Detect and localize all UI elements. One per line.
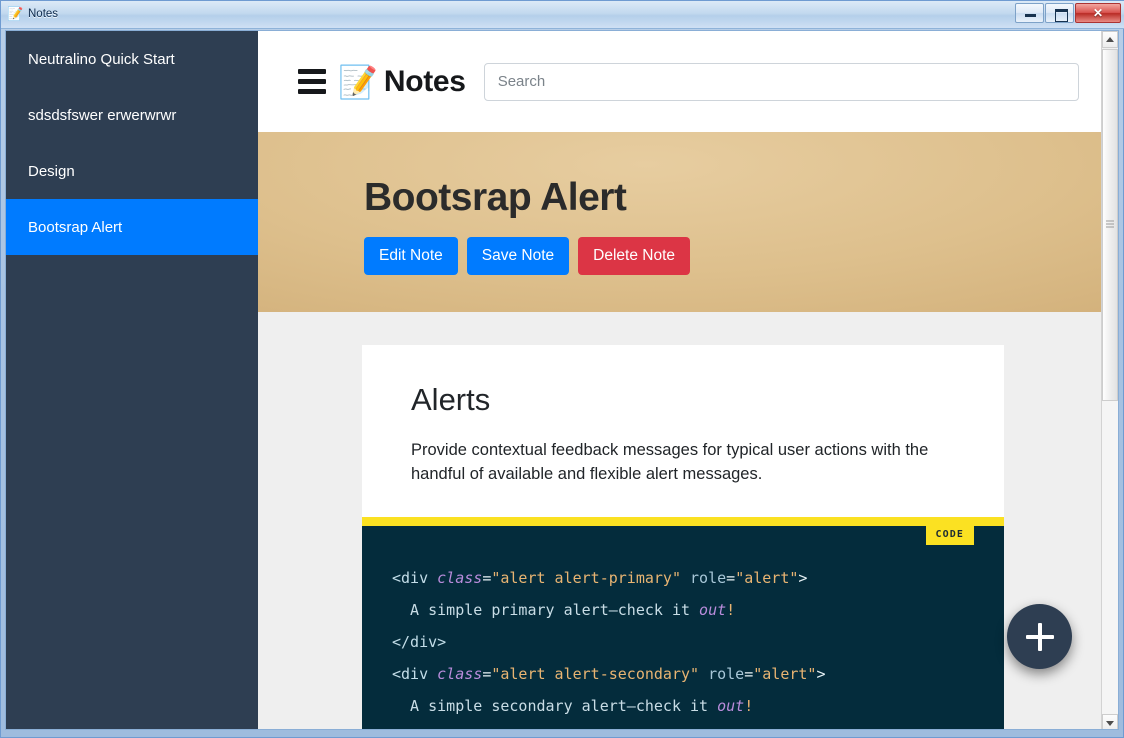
maximize-icon bbox=[1055, 9, 1068, 22]
scrollbar-track[interactable] bbox=[1102, 401, 1118, 714]
code-token: "alert alert-primary" bbox=[491, 568, 681, 587]
code-token: </div> bbox=[392, 729, 446, 730]
add-note-fab[interactable] bbox=[1007, 604, 1072, 669]
app-brand: 📝 Notes bbox=[338, 65, 466, 99]
note-actions: Edit Note Save Note Delete Note bbox=[364, 236, 1103, 275]
note-hero-banner: Bootsrap Alert Edit Note Save Note Delet… bbox=[258, 132, 1103, 312]
code-token: = bbox=[726, 568, 736, 587]
save-note-button[interactable]: Save Note bbox=[466, 236, 570, 275]
hamburger-bar bbox=[298, 89, 326, 94]
code-badge: CODE bbox=[925, 525, 974, 545]
main-pane: 📝 Notes Bootsrap Alert Edit Note Save No… bbox=[258, 31, 1103, 730]
code-token: = bbox=[482, 664, 492, 683]
chevron-up-icon bbox=[1106, 36, 1114, 42]
code-token: A simple secondary alert—check it bbox=[392, 696, 718, 715]
code-token: > bbox=[816, 664, 826, 683]
vertical-scrollbar[interactable] bbox=[1101, 31, 1118, 729]
minimize-icon bbox=[1025, 14, 1036, 17]
code-token: ! bbox=[744, 696, 754, 715]
note-content: Alerts Provide contextual feedback messa… bbox=[258, 312, 1103, 730]
alerts-heading: Alerts bbox=[411, 382, 491, 417]
code-block: CODE <div class="alert alert-primary" ro… bbox=[362, 516, 1004, 730]
scrollbar-thumb[interactable] bbox=[1102, 49, 1118, 401]
minimize-button[interactable] bbox=[1015, 3, 1044, 23]
code-token: class bbox=[437, 568, 483, 587]
scroll-down-button[interactable] bbox=[1102, 714, 1118, 729]
code-token: "alert alert-secondary" bbox=[491, 664, 700, 683]
hamburger-bar bbox=[298, 79, 326, 84]
sidebar-item-label: Bootsrap Alert bbox=[28, 218, 123, 236]
code-token: out bbox=[699, 600, 727, 619]
code-token: out bbox=[717, 696, 745, 715]
code-token: </div> bbox=[392, 632, 447, 651]
sidebar-item-note-2[interactable]: sdsdsfswer erwerwrwr bbox=[6, 87, 258, 143]
title-bar: 📝 Notes ✕ bbox=[1, 1, 1124, 29]
code-token: <div bbox=[392, 568, 438, 587]
client-area: Neutralino Quick Start sdsdsfswer erwerw… bbox=[5, 30, 1119, 730]
search-input[interactable] bbox=[483, 62, 1079, 101]
hamburger-bar bbox=[298, 69, 326, 74]
title-bar-left: 📝 Notes bbox=[7, 6, 58, 22]
delete-note-button[interactable]: Delete Note bbox=[578, 236, 691, 275]
grip-icon bbox=[1106, 220, 1114, 230]
code-token: = bbox=[482, 568, 492, 587]
chevron-down-icon bbox=[1106, 720, 1114, 726]
notepad-icon: 📝 bbox=[7, 6, 24, 21]
window-controls: ✕ bbox=[1015, 3, 1121, 23]
code-token: = bbox=[744, 664, 754, 683]
code-token: role bbox=[708, 664, 745, 683]
maximize-button[interactable] bbox=[1045, 3, 1074, 23]
window-title: Notes bbox=[28, 8, 59, 20]
edit-note-button[interactable]: Edit Note bbox=[364, 236, 458, 275]
note-card-body: Alerts Provide contextual feedback messa… bbox=[362, 345, 1004, 517]
app-header: 📝 Notes bbox=[258, 31, 1103, 132]
application-window: 📝 Notes ✕ Neutralino Quick Start sdsdsfs… bbox=[0, 0, 1124, 738]
sidebar-item-label: Design bbox=[28, 162, 75, 180]
sidebar-item-label: sdsdsfswer erwerwrwr bbox=[28, 106, 177, 124]
code-token: > bbox=[798, 568, 808, 587]
sidebar-item-note-4[interactable]: Bootsrap Alert bbox=[6, 199, 258, 255]
code-snippet[interactable]: <div class="alert alert-primary" role="a… bbox=[362, 562, 1004, 730]
code-token: A simple primary alert—check it bbox=[392, 600, 700, 619]
code-token: role bbox=[690, 568, 727, 587]
close-button[interactable]: ✕ bbox=[1075, 3, 1121, 23]
sidebar-item-note-1[interactable]: Neutralino Quick Start bbox=[6, 31, 258, 87]
app-title: Notes bbox=[383, 64, 466, 98]
code-token: class bbox=[437, 664, 483, 683]
hamburger-icon[interactable] bbox=[298, 69, 326, 94]
scroll-up-button[interactable] bbox=[1102, 31, 1118, 48]
close-icon: ✕ bbox=[1092, 6, 1104, 20]
sidebar-item-note-3[interactable]: Design bbox=[6, 143, 258, 199]
code-token: "alert" bbox=[735, 568, 799, 587]
memo-icon: 📝 bbox=[338, 63, 378, 100]
note-title: Bootsrap Alert bbox=[364, 176, 627, 219]
note-card: Alerts Provide contextual feedback messa… bbox=[362, 345, 1004, 730]
code-token: <div bbox=[392, 664, 438, 683]
alerts-paragraph: Provide contextual feedback messages for… bbox=[411, 441, 929, 484]
code-token: ! bbox=[726, 600, 736, 619]
code-token: "alert" bbox=[753, 664, 817, 683]
sidebar-item-label: Neutralino Quick Start bbox=[28, 50, 175, 68]
notes-sidebar: Neutralino Quick Start sdsdsfswer erwerw… bbox=[6, 31, 258, 729]
